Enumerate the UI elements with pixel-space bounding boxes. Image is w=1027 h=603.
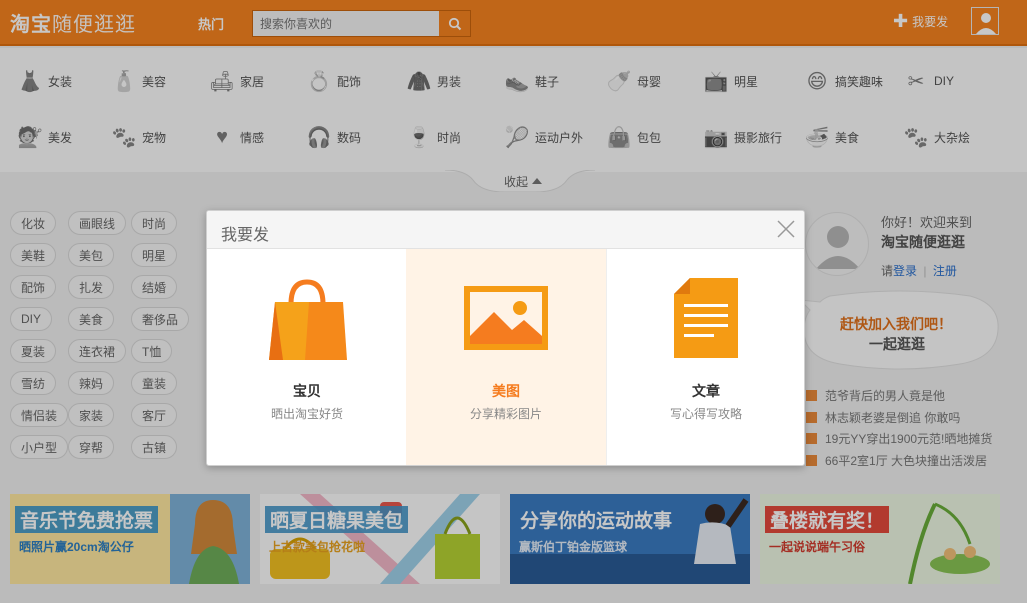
option-title: 宝贝 <box>293 383 321 399</box>
option-item[interactable]: 宝贝 晒出淘宝好货 <box>207 249 407 465</box>
option-subtitle: 写心得写攻略 <box>669 407 742 421</box>
option-image[interactable]: 美图 分享精彩图片 <box>406 249 606 465</box>
option-title: 美图 <box>492 383 520 399</box>
option-title: 文章 <box>692 383 720 399</box>
dialog-title: 我要发 <box>221 227 270 244</box>
post-type-dialog: 我要发 宝贝 晒出淘宝好货 美图 分享精彩图片 文章 写心得写攻略 <box>206 210 805 466</box>
shopping-bag-icon <box>262 277 352 360</box>
close-icon[interactable] <box>776 219 796 239</box>
dialog-header: 我要发 <box>207 211 804 249</box>
option-subtitle: 分享精彩图片 <box>469 407 542 421</box>
image-icon <box>461 277 551 359</box>
option-article[interactable]: 文章 写心得写攻略 <box>606 249 804 465</box>
option-subtitle: 晒出淘宝好货 <box>270 407 343 421</box>
document-icon <box>661 277 751 359</box>
